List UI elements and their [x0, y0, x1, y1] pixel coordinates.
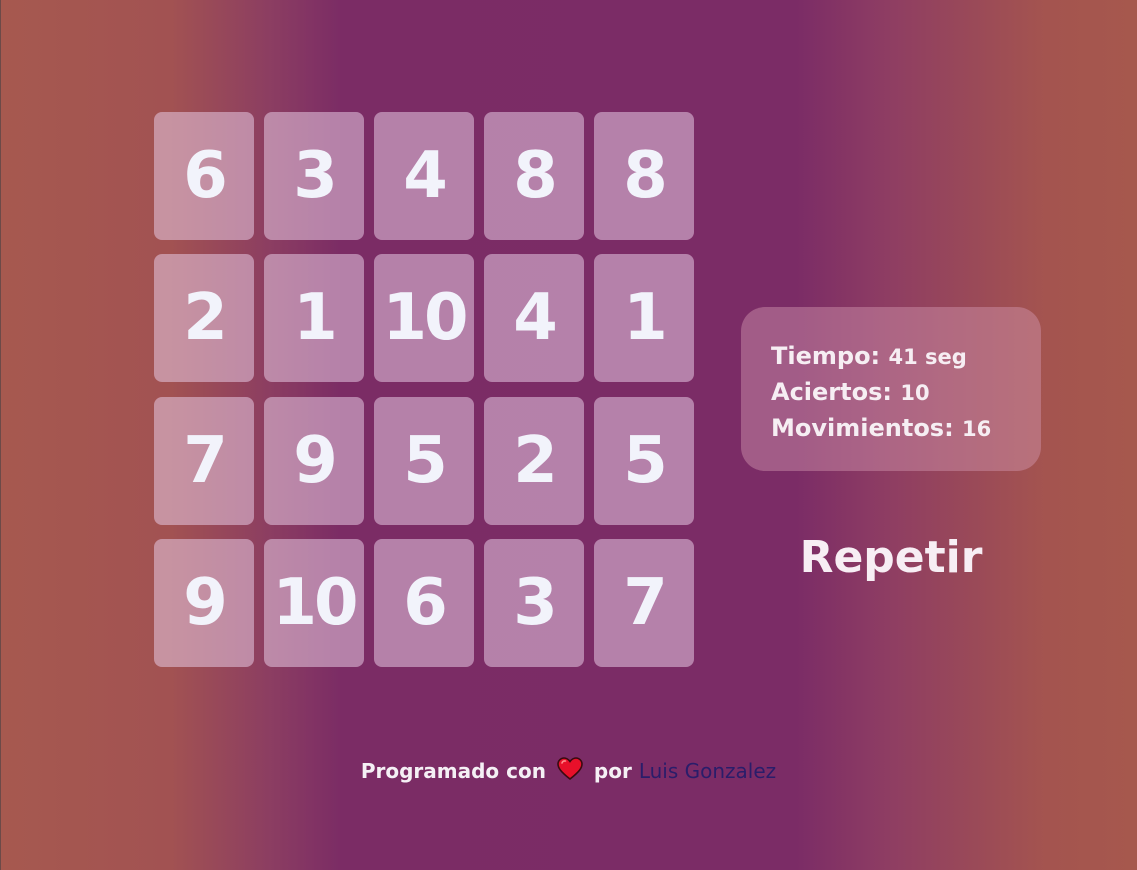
card[interactable]: 10 [374, 254, 474, 382]
footer-text-after: por [593, 759, 632, 783]
stat-moves-label: Movimientos: [771, 414, 954, 442]
card[interactable]: 8 [484, 112, 584, 240]
heart-icon [557, 757, 583, 788]
card[interactable]: 7 [154, 397, 254, 525]
footer-text-before: Programado con [360, 759, 546, 783]
stat-moves: Movimientos: 16 [771, 411, 1041, 447]
card[interactable]: 4 [374, 112, 474, 240]
card[interactable]: 2 [484, 397, 584, 525]
stats-panel: Tiempo: 41 seg Aciertos: 10 Movimientos:… [741, 307, 1041, 471]
card[interactable]: 10 [264, 539, 364, 667]
stat-time-label: Tiempo: [771, 342, 881, 370]
card[interactable]: 1 [264, 254, 364, 382]
author-link[interactable]: Luis Gonzalez [639, 759, 776, 783]
left-edge-line [0, 0, 1, 870]
stat-hits-label: Aciertos: [771, 378, 892, 406]
card[interactable]: 6 [374, 539, 474, 667]
card-board: 6 3 4 8 8 2 1 10 4 1 7 9 5 2 5 9 10 6 3 … [154, 112, 694, 667]
card[interactable]: 5 [374, 397, 474, 525]
card[interactable]: 9 [154, 539, 254, 667]
card[interactable]: 5 [594, 397, 694, 525]
card[interactable]: 6 [154, 112, 254, 240]
card[interactable]: 1 [594, 254, 694, 382]
stat-moves-value: 16 [962, 417, 992, 441]
footer: Programado con por Luis Gonzalez [0, 757, 1137, 788]
card[interactable]: 9 [264, 397, 364, 525]
card[interactable]: 4 [484, 254, 584, 382]
stat-hits-value: 10 [900, 381, 930, 405]
card[interactable]: 8 [594, 112, 694, 240]
card[interactable]: 2 [154, 254, 254, 382]
stat-time-value: 41 seg [888, 345, 967, 369]
card[interactable]: 3 [484, 539, 584, 667]
card[interactable]: 3 [264, 112, 364, 240]
stat-hits: Aciertos: 10 [771, 375, 1041, 411]
card[interactable]: 7 [594, 539, 694, 667]
repeat-button[interactable]: Repetir [741, 526, 1041, 588]
stat-time: Tiempo: 41 seg [771, 339, 1041, 375]
